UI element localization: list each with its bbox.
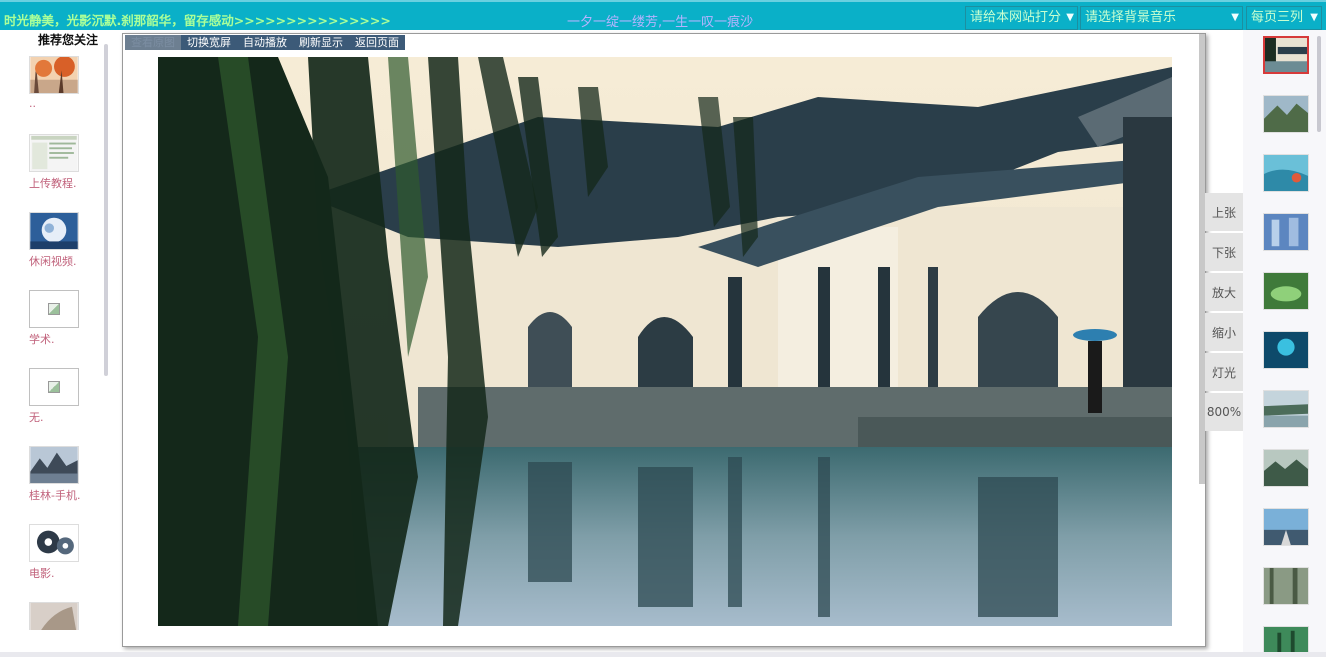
rate-site-select[interactable]: 请给本网站打分 ▼	[965, 6, 1078, 30]
top-bar: 时光静美，光影沉默.刹那韶华，留存感动>>>>>>>>>>>>>>> 一夕一绽一…	[0, 0, 1326, 30]
recommend-label: 电影.	[29, 567, 55, 580]
rate-site-label: 请给本网站打分	[970, 10, 1062, 25]
thumbnail-item[interactable]	[1263, 95, 1309, 133]
recommend-item[interactable]: 学术.	[29, 290, 99, 347]
thumbnail-item[interactable]	[1263, 36, 1309, 74]
recommend-label: ..	[29, 97, 36, 110]
zoom-in-button[interactable]: 放大	[1205, 273, 1243, 311]
dropdown-arrow-icon: ▼	[1310, 12, 1318, 23]
recommend-title: 推荐您关注	[38, 33, 99, 47]
recommend-item[interactable]: 无.	[29, 368, 99, 425]
image-viewer: 查看原图 切换宽屏 自动播放 刷新显示 返回页面	[122, 33, 1206, 647]
broken-image-placeholder[interactable]	[29, 290, 79, 328]
thumbnail-scrollbar[interactable]	[1317, 36, 1321, 132]
recommend-label: 无.	[29, 411, 44, 424]
broken-image-icon	[48, 381, 60, 393]
background-music-label: 请选择背景音乐	[1085, 10, 1177, 25]
prev-image-button[interactable]: 上张	[1205, 193, 1243, 231]
autoplay-button[interactable]: 自动播放	[237, 35, 293, 50]
recommend-item[interactable]	[29, 602, 99, 630]
thumbnail-item[interactable]	[1263, 331, 1309, 369]
recommend-item[interactable]: 上传教程.	[29, 134, 99, 191]
refresh-button[interactable]: 刷新显示	[293, 35, 349, 50]
recommend-label: 学术.	[29, 333, 55, 346]
toggle-widescreen-button[interactable]: 切换宽屏	[181, 35, 237, 50]
recommend-label: 上传教程.	[29, 177, 77, 190]
thumbnail-item[interactable]	[1263, 213, 1309, 251]
background-music-select[interactable]: 请选择背景音乐 ▼	[1080, 6, 1243, 30]
back-button[interactable]: 返回页面	[349, 35, 405, 50]
main-photo[interactable]	[158, 57, 1172, 626]
thumbnail-item[interactable]	[1263, 272, 1309, 310]
broken-image-icon	[48, 303, 60, 315]
next-image-button[interactable]: 下张	[1205, 233, 1243, 271]
thumbnail-item[interactable]	[1263, 390, 1309, 428]
zoom-level-button[interactable]: 800%	[1205, 393, 1243, 431]
view-original-button[interactable]: 查看原图	[125, 35, 181, 50]
video-thumbnail[interactable]	[29, 212, 79, 250]
autumn-thumbnail[interactable]	[29, 56, 79, 94]
partial-thumbnail[interactable]	[29, 602, 79, 630]
thumbnail-item[interactable]	[1263, 567, 1309, 605]
recommend-item[interactable]: 电影.	[29, 524, 99, 581]
thumbnail-item[interactable]	[1263, 508, 1309, 546]
columns-per-page-select[interactable]: 每页三列 ▼	[1246, 6, 1322, 30]
recommend-item[interactable]: 桂林-手机.	[29, 446, 99, 503]
site-motto: 一夕一绽一缕芳,一生一叹一痕沙	[567, 15, 754, 30]
dropdown-arrow-icon: ▼	[1066, 12, 1074, 23]
sidebar-scrollbar[interactable]	[104, 44, 108, 376]
recommend-sidebar: 推荐您关注 .. 上传教程. 休闲视频. 学术. 无. 桂林-手机. 电影.	[14, 30, 110, 630]
dropdown-arrow-icon: ▼	[1231, 12, 1239, 23]
recommend-item[interactable]: ..	[29, 56, 99, 110]
thumbnail-item[interactable]	[1263, 449, 1309, 487]
film-reel-thumbnail[interactable]	[29, 524, 79, 562]
recommend-label: 休闲视频.	[29, 255, 77, 268]
scrolling-marquee: 时光静美，光影沉默.刹那韶华，留存感动>>>>>>>>>>>>>>>	[4, 13, 391, 28]
light-button[interactable]: 灯光	[1205, 353, 1243, 391]
columns-per-page-label: 每页三列	[1251, 10, 1304, 25]
thumbnail-strip	[1243, 30, 1326, 657]
zoom-out-button[interactable]: 缩小	[1205, 313, 1243, 351]
viewer-toolbar: 查看原图 切换宽屏 自动播放 刷新显示 返回页面	[125, 35, 405, 50]
recommend-item[interactable]: 休闲视频.	[29, 212, 99, 269]
viewer-controls: 上张 下张 放大 缩小 灯光 800%	[1205, 193, 1243, 433]
broken-image-placeholder[interactable]	[29, 368, 79, 406]
guilin-thumbnail[interactable]	[29, 446, 79, 484]
tutorial-thumbnail[interactable]	[29, 134, 79, 172]
thumbnail-item[interactable]	[1263, 154, 1309, 192]
bottom-border	[0, 652, 1326, 657]
recommend-label: 桂林-手机.	[29, 489, 81, 502]
